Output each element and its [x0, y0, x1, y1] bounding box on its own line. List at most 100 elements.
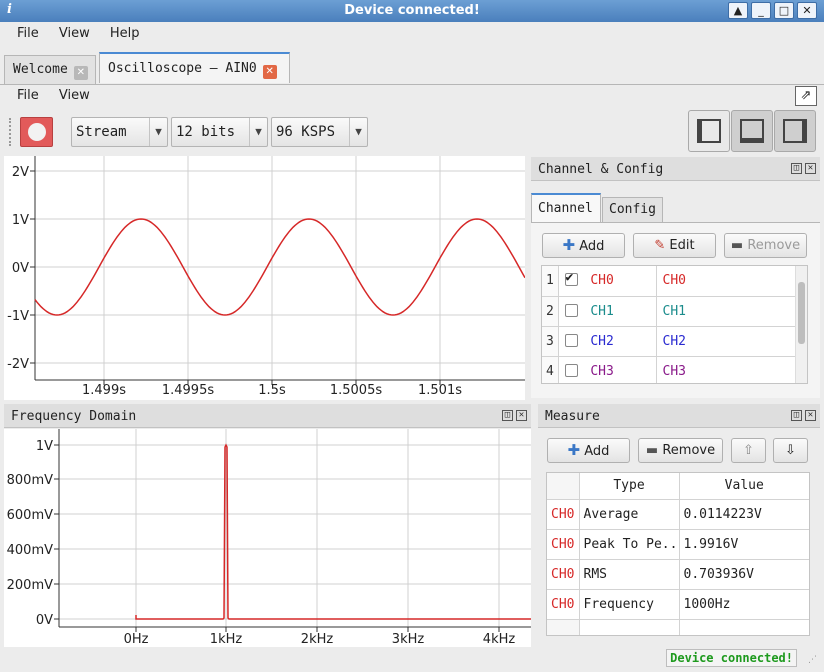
remove-channel-label: Remove — [747, 238, 801, 253]
arrow-down-icon: ⇩ — [785, 443, 796, 458]
status-message: Device connected! — [666, 649, 797, 667]
layout-bottom-icon — [740, 119, 764, 143]
channel-label[interactable]: CH1 — [656, 296, 797, 327]
channel-checkbox[interactable] — [564, 303, 578, 317]
menu-view[interactable]: View — [51, 26, 98, 41]
measure-value: 1.9916V — [679, 529, 809, 560]
submenu-view[interactable]: View — [51, 88, 98, 103]
channel-row[interactable]: 2 CH1 CH1 — [542, 296, 797, 327]
submenu-file[interactable]: File — [9, 88, 47, 103]
channel-row[interactable]: 4 CH3 CH3 — [542, 356, 797, 383]
layout-bottom-button[interactable] — [731, 110, 773, 152]
tab-config[interactable]: Config — [602, 197, 663, 222]
add-measure-button[interactable]: ✚ Add — [547, 438, 630, 463]
channel-checkbox[interactable] — [564, 270, 578, 287]
channel-name: CH1 — [590, 303, 614, 319]
measure-channel: CH0 — [547, 499, 580, 530]
channel-name-cell[interactable]: CH0 — [558, 266, 657, 297]
channel-row[interactable]: 1 CH0 CH0 — [542, 266, 797, 297]
chevron-down-icon: ▼ — [249, 118, 267, 146]
mode-select[interactable]: Stream ▼ — [71, 117, 168, 147]
measure-type: RMS — [579, 559, 680, 590]
record-button[interactable] — [20, 117, 53, 147]
measure-row[interactable]: CH0 RMS 0.703936V — [547, 559, 809, 590]
measure-row-empty — [547, 619, 809, 635]
freq-plot-svg: 1V 800mV 600mV 400mV 200mV 0V 0Hz 1kHz 2… — [7, 429, 531, 647]
remove-measure-label: Remove — [662, 443, 716, 458]
resolution-select[interactable]: 12 bits ▼ — [171, 117, 268, 147]
close-icon[interactable]: ✕ — [516, 410, 527, 421]
time-domain-plot[interactable]: 2V 1V 0V -1V -2V 1.499s 1.4995s 1.5s 1.5… — [4, 156, 526, 400]
x-tick-label: 1.5s — [258, 383, 286, 398]
measure-row[interactable]: CH0 Peak To Pe.. 1.9916V — [547, 529, 809, 560]
toolbar-grip — [9, 118, 11, 146]
menu-file[interactable]: File — [9, 26, 47, 41]
float-icon[interactable]: ◫ — [502, 410, 513, 421]
x-tick-label: 3kHz — [392, 632, 425, 647]
pencil-icon: ✎ — [654, 238, 666, 253]
edit-channel-label: Edit — [669, 238, 695, 253]
close-icon[interactable]: ✕ — [73, 66, 88, 80]
edit-channel-button[interactable]: ✎ Edit — [633, 233, 716, 258]
window-maximize-button[interactable]: □ — [774, 2, 794, 19]
channel-name-cell[interactable]: CH3 — [558, 356, 657, 383]
channel-list[interactable]: 1 CH0 CH0 2 CH1 CH1 3 CH2 CH2 4 CH3 CH3 — [541, 265, 808, 384]
x-tick-label: 2kHz — [301, 632, 334, 647]
measure-type: Average — [579, 499, 680, 530]
resize-grip-icon[interactable]: ⋰ — [808, 654, 820, 666]
close-icon[interactable]: ✕ — [262, 65, 277, 79]
popout-icon[interactable]: ⇗ — [795, 86, 817, 106]
measure-row[interactable]: CH0 Average 0.0114223V — [547, 499, 809, 530]
channel-label[interactable]: CH0 — [656, 266, 797, 297]
tab-channel[interactable]: Channel — [531, 193, 601, 223]
layout-left-button[interactable] — [688, 110, 730, 152]
chevron-down-icon: ▼ — [349, 118, 367, 146]
x-tick-label: 4kHz — [483, 632, 516, 647]
x-tick-label: 0Hz — [124, 632, 149, 647]
tab-welcome[interactable]: Welcome ✕ — [4, 55, 96, 84]
window-close-button[interactable]: ✕ — [797, 2, 817, 19]
layout-right-icon — [783, 119, 807, 143]
move-up-button[interactable]: ⇧ — [731, 438, 766, 463]
plus-icon: ✚ — [562, 236, 576, 254]
rate-select[interactable]: 96 KSPS ▼ — [271, 117, 368, 147]
float-icon[interactable]: ◫ — [791, 163, 802, 174]
layout-right-button[interactable] — [774, 110, 816, 152]
channel-checkbox[interactable] — [564, 333, 578, 347]
remove-channel-button[interactable]: ▬ Remove — [724, 233, 807, 258]
channel-name-cell[interactable]: CH2 — [558, 326, 657, 357]
frequency-domain-plot[interactable]: 1V 800mV 600mV 400mV 200mV 0V 0Hz 1kHz 2… — [4, 429, 531, 647]
window-minimize-button[interactable]: _ — [751, 2, 771, 19]
channel-label[interactable]: CH3 — [656, 356, 797, 383]
channel-name: CH0 — [590, 273, 614, 289]
close-icon[interactable]: ✕ — [805, 410, 816, 421]
close-icon[interactable]: ✕ — [805, 163, 816, 174]
window-shade-button[interactable]: ▲ — [728, 2, 748, 19]
measure-table[interactable]: Type Value CH0 Average 0.0114223V CH0 Peak T… — [546, 472, 810, 636]
y-tick-label: 1V — [12, 213, 29, 228]
measure-titlebar: Measure ◫ ✕ — [538, 404, 820, 428]
tab-oscilloscope[interactable]: Oscilloscope – AIN0 ✕ — [99, 52, 290, 83]
header-type[interactable]: Type — [579, 473, 680, 500]
measure-row[interactable]: CH0 Frequency 1000Hz — [547, 589, 809, 620]
y-tick-label: 2V — [12, 165, 29, 180]
menu-help[interactable]: Help — [102, 26, 148, 41]
row-number: 4 — [542, 356, 559, 383]
channel-name-cell[interactable]: CH1 — [558, 296, 657, 327]
remove-measure-button[interactable]: ▬ Remove — [638, 438, 723, 463]
x-tick-label: 1kHz — [210, 632, 243, 647]
channel-checkbox[interactable] — [564, 363, 578, 377]
float-icon[interactable]: ◫ — [791, 410, 802, 421]
channel-label[interactable]: CH2 — [656, 326, 797, 357]
header-value[interactable]: Value — [679, 473, 809, 500]
add-channel-button[interactable]: ✚ Add — [542, 233, 625, 258]
ch0-spectrum — [135, 443, 531, 620]
channel-name: CH3 — [590, 363, 614, 379]
channel-row[interactable]: 3 CH2 CH2 — [542, 326, 797, 357]
measure-type: Frequency — [579, 589, 680, 620]
scrollbar[interactable] — [795, 266, 807, 383]
measure-channel: CH0 — [547, 529, 580, 560]
move-down-button[interactable]: ⇩ — [773, 438, 808, 463]
scrollbar-thumb[interactable] — [798, 282, 805, 344]
x-tick-label: 1.4995s — [162, 383, 214, 398]
